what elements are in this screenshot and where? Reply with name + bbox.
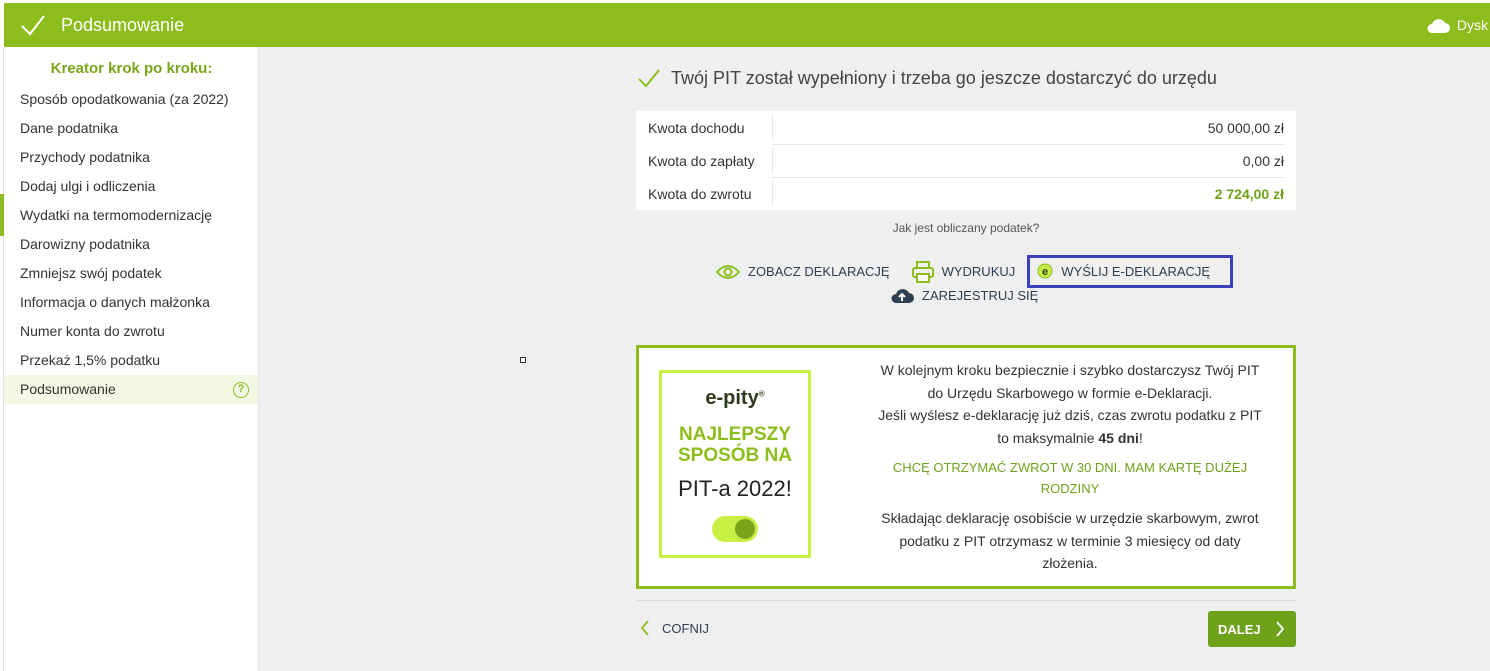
cloud-drive-link[interactable]: Dysk [1457, 17, 1488, 33]
promo-paragraph: W kolejnym kroku bezpiecznie i szybko do… [878, 362, 1262, 446]
chevron-right-icon [1275, 621, 1284, 637]
sidebar-item-zmniejsz-podatek[interactable]: Zmniejsz swój podatek [4, 259, 258, 288]
large-family-refund-link[interactable]: CHCĘ OTRZYMAĆ ZWROT W 30 DNI. MAM KARTĘ … [875, 457, 1265, 499]
summary-label: Kwota do zwrotu [648, 185, 752, 202]
refund-value: 2 724,00 zł [1214, 185, 1284, 202]
top-bar: Podsumowanie Dysk [4, 3, 1490, 47]
eye-icon [716, 264, 740, 279]
toggle-icon [712, 516, 758, 542]
divider [636, 600, 1296, 601]
sidebar-item-ulgi[interactable]: Dodaj ulgi i odliczenia [4, 172, 258, 201]
sidebar-item-podsumowanie[interactable]: Podsumowanie ? [4, 375, 258, 404]
sidebar-item-malzonek[interactable]: Informacja o danych małżonka [4, 288, 258, 317]
declaration-actions: ZOBACZ DEKLARACJĘ WYDRUKUJ e WYŚLIJ E-DE… [716, 255, 1255, 288]
completion-heading: Twój PIT został wypełniony i trzeba go j… [637, 67, 1217, 89]
summary-label: Kwota dochodu [648, 119, 745, 136]
heading-text: Twój PIT został wypełniony i trzeba go j… [671, 67, 1217, 88]
cursor-marker [520, 357, 526, 363]
e-declaration-icon: e [1037, 263, 1053, 279]
send-e-declaration-button[interactable]: e WYŚLIJ E-DEKLARACJĘ [1027, 255, 1234, 288]
sidebar-scroll-marker [0, 194, 4, 236]
wizard-sidebar: Kreator krok po kroku: Sposób opodatkowa… [4, 47, 259, 671]
badge-pit-year: PIT-a 2022! [678, 476, 792, 501]
e-declaration-promo: e-pity® NAJLEPSZY SPOSÓB NA PIT-a 2022! … [636, 345, 1296, 589]
check-icon [638, 69, 660, 88]
tax-summary-table: Kwota dochodu 50 000,00 zł Kwota do zapł… [636, 111, 1296, 210]
summary-value: 50 000,00 zł [1207, 119, 1284, 136]
main-content: Twój PIT został wypełniony i trzeba go j… [259, 47, 1490, 671]
promo-text: W kolejnym kroku bezpiecznie i szybko do… [875, 359, 1265, 575]
e-pity-logo: e-pity® [705, 387, 765, 409]
help-icon[interactable]: ? [233, 382, 249, 398]
sidebar-item-termomodernizacja[interactable]: Wydatki na termomodernizację [4, 201, 258, 230]
sidebar-item-numer-konta[interactable]: Numer konta do zwrotu [4, 317, 258, 346]
sidebar-item-dane-podatnika[interactable]: Dane podatnika [4, 114, 258, 143]
summary-row: Kwota do zwrotu 2 724,00 zł [648, 177, 1284, 210]
e-pity-badge: e-pity® NAJLEPSZY SPOSÓB NA PIT-a 2022! [659, 370, 811, 558]
wizard-steps: Sposób opodatkowania (za 2022) Dane poda… [4, 85, 258, 404]
how-tax-calculated-link[interactable]: Jak jest obliczany podatek? [636, 221, 1296, 235]
badge-slogan: NAJLEPSZY SPOSÓB NA [677, 424, 793, 466]
back-button[interactable]: COFNIJ [640, 620, 709, 636]
sidebar-title: Kreator krok po kroku: [50, 60, 213, 77]
summary-row: Kwota do zapłaty 0,00 zł [648, 144, 1284, 177]
check-icon [21, 15, 45, 36]
next-button[interactable]: DALEJ [1208, 611, 1296, 647]
chevron-left-icon [640, 620, 649, 636]
print-button[interactable]: WYDRUKUJ [911, 260, 1015, 283]
sidebar-item-przychody[interactable]: Przychody podatnika [4, 143, 258, 172]
view-declaration-button[interactable]: ZOBACZ DEKLARACJĘ [716, 264, 890, 280]
printer-icon [911, 260, 934, 283]
cloud-upload-icon [891, 289, 914, 303]
page-title: Podsumowanie [61, 15, 185, 35]
cloud-icon[interactable] [1426, 16, 1450, 34]
register-button[interactable]: ZAREJESTRUJ SIĘ [890, 286, 1038, 304]
promo-paragraph: Składając deklarację osobiście w urzędzi… [881, 510, 1259, 571]
sidebar-item-przekaz-podatek[interactable]: Przekaż 1,5% podatku [4, 346, 258, 375]
summary-label: Kwota do zapłaty [648, 152, 755, 169]
summary-value: 0,00 zł [1242, 152, 1284, 169]
svg-text:e: e [1042, 266, 1048, 278]
summary-row: Kwota dochodu 50 000,00 zł [648, 111, 1284, 144]
sidebar-item-sposob-opodatkowania[interactable]: Sposób opodatkowania (za 2022) [4, 85, 258, 114]
sidebar-item-darowizny[interactable]: Darowizny podatnika [4, 230, 258, 259]
